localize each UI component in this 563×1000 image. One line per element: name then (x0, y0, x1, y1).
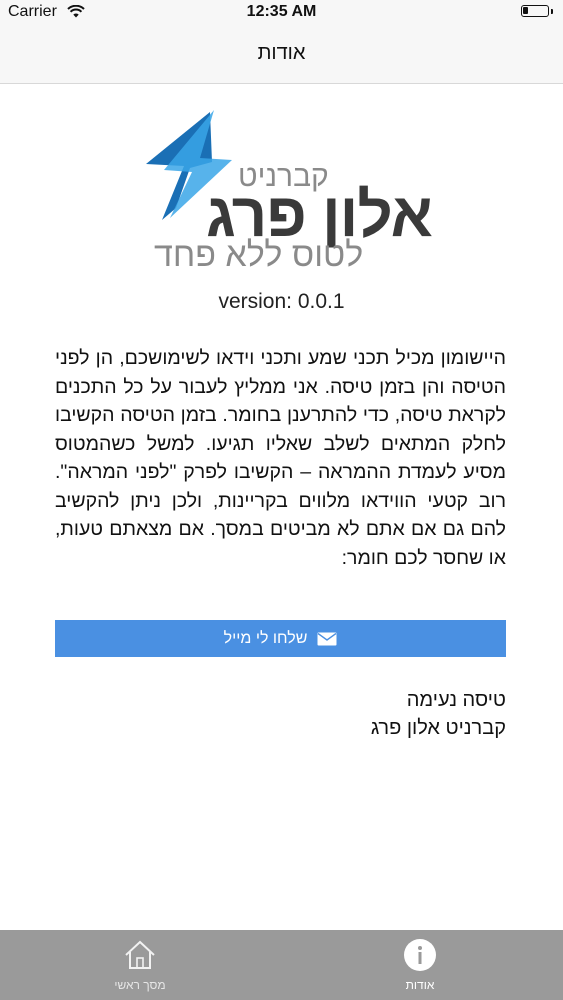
version-label: version: 0.0.1 (218, 290, 345, 313)
battery-tip (551, 9, 553, 14)
tab-bar: מסך ראשי אודות (0, 930, 563, 1000)
send-mail-button[interactable]: שלחו לי מייל (55, 620, 506, 657)
signoff: טיסה נעימה קברניט אלון פרג (55, 686, 506, 742)
page-title: אודות (257, 42, 306, 64)
battery-level (523, 7, 528, 14)
envelope-icon (317, 632, 337, 645)
navigation-bar: אודות (0, 24, 563, 84)
send-mail-label: שלחו לי מייל (223, 629, 308, 647)
home-icon (125, 940, 155, 969)
about-description: היישומון מכיל תכני שמע ותכני וידאו לשימו… (55, 347, 506, 569)
tab-home-label: מסך ראשי (114, 978, 166, 992)
status-bar: Carrier 12:35 AM (0, 0, 563, 24)
tab-about[interactable]: אודות (350, 930, 490, 1000)
signoff-line-1: טיסה נעימה (406, 689, 506, 711)
battery-icon (521, 5, 549, 17)
signoff-line-2: קברניט אלון פרג (370, 717, 506, 739)
logo-slogan-text: לטוס ללא פחד (154, 236, 364, 274)
tab-home[interactable]: מסך ראשי (70, 930, 210, 1000)
clock: 12:35 AM (246, 3, 317, 20)
tab-about-label: אודות (405, 978, 435, 992)
info-icon (404, 939, 436, 971)
